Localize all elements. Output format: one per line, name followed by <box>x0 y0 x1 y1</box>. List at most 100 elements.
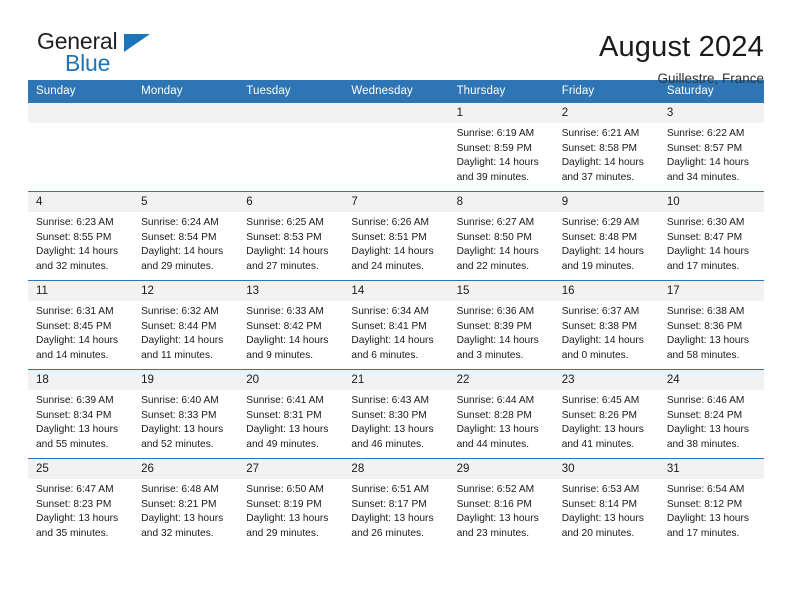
day-number: 21 <box>343 370 449 390</box>
calendar-day-cell[interactable]: 30 Sunrise: 6:53 AM Sunset: 8:14 PM Dayligh… <box>553 458 659 548</box>
calendar-day-cell[interactable]: 26 Sunrise: 6:48 AM Sunset: 8:21 PM Dayligh… <box>133 458 239 548</box>
daylight-duration-line1: Daylight: 14 hours <box>351 246 434 258</box>
calendar-day-cell[interactable]: 9 Sunrise: 6:29 AM Sunset: 8:48 PM Daylight… <box>553 191 659 281</box>
calendar-day-cell[interactable]: 5 Sunrise: 6:24 AM Sunset: 8:54 PM Daylight… <box>133 191 239 281</box>
calendar-day-cell[interactable]: 28 Sunrise: 6:51 AM Sunset: 8:17 PM Dayligh… <box>343 458 449 548</box>
sunset-time: Sunset: 8:21 PM <box>141 498 217 510</box>
daylight-duration-line1: Daylight: 14 hours <box>246 335 329 347</box>
calendar-day-cell[interactable]: 16 Sunrise: 6:37 AM Sunset: 8:38 PM Dayligh… <box>553 280 659 370</box>
sunrise-time: Sunrise: 6:54 AM <box>666 484 745 495</box>
calendar-day-cell[interactable]: 20 Sunrise: 6:41 AM Sunset: 8:31 PM Dayligh… <box>238 369 344 459</box>
sunrise-time: Sunrise: 6:36 AM <box>456 306 535 317</box>
calendar-day-cell[interactable]: 13 Sunrise: 6:33 AM Sunset: 8:42 PM Dayligh… <box>238 280 344 370</box>
daylight-duration-line1: Daylight: 14 hours <box>561 157 644 169</box>
day-number: 2 <box>553 103 659 123</box>
daylight-duration-line2: and 32 minutes. <box>141 527 214 539</box>
daylight-duration-line2: and 17 minutes. <box>666 260 740 272</box>
calendar-day-cell[interactable]: 3 Sunrise: 6:22 AM Sunset: 8:57 PM Daylight… <box>658 102 764 192</box>
daylight-duration-line1: Daylight: 13 hours <box>246 513 329 525</box>
calendar-day-cell[interactable]: 19 Sunrise: 6:40 AM Sunset: 8:33 PM Dayligh… <box>133 369 239 459</box>
daylight-duration-line1: Daylight: 14 hours <box>561 246 644 258</box>
daylight-duration-line2: and 32 minutes. <box>36 260 109 272</box>
calendar-week-row: 18 Sunrise: 6:39 AM Sunset: 8:34 PM Dayligh… <box>28 369 764 459</box>
calendar-day-cell[interactable]: 25 Sunrise: 6:47 AM Sunset: 8:23 PM Dayligh… <box>28 458 134 548</box>
calendar-day-cell[interactable]: 11 Sunrise: 6:31 AM Sunset: 8:45 PM Dayligh… <box>28 280 134 370</box>
calendar-day-cell[interactable]: 21 Sunrise: 6:43 AM Sunset: 8:30 PM Dayligh… <box>343 369 449 459</box>
calendar-day-cell[interactable]: 12 Sunrise: 6:32 AM Sunset: 8:44 PM Dayligh… <box>133 280 239 370</box>
daylight-duration-line1: Daylight: 13 hours <box>246 424 329 436</box>
sunrise-time: Sunrise: 6:24 AM <box>141 217 219 228</box>
sunset-time: Sunset: 8:28 PM <box>456 409 532 421</box>
calendar-cell-empty <box>133 102 239 192</box>
day-number: 17 <box>658 281 764 301</box>
daylight-duration-line2: and 46 minutes. <box>351 438 424 450</box>
sunset-time: Sunset: 8:54 PM <box>141 231 217 243</box>
daylight-duration-line2: and 9 minutes. <box>246 349 314 361</box>
daylight-duration-line2: and 37 minutes. <box>561 171 635 183</box>
sunset-time: Sunset: 8:53 PM <box>246 231 322 243</box>
calendar-day-cell[interactable]: 18 Sunrise: 6:39 AM Sunset: 8:34 PM Dayligh… <box>28 369 134 459</box>
day-number: 1 <box>448 103 554 123</box>
calendar-day-cell[interactable]: 2 Sunrise: 6:21 AM Sunset: 8:58 PM Daylight… <box>553 102 659 192</box>
daylight-duration-line2: and 20 minutes. <box>561 527 635 539</box>
sunrise-time: Sunrise: 6:19 AM <box>456 128 535 139</box>
sunset-time: Sunset: 8:42 PM <box>246 320 322 332</box>
day-number: 8 <box>448 192 554 212</box>
sunrise-time: Sunrise: 6:45 AM <box>561 395 640 406</box>
calendar-day-cell[interactable]: 15 Sunrise: 6:36 AM Sunset: 8:39 PM Dayligh… <box>448 280 554 370</box>
calendar-day-cell[interactable]: 24 Sunrise: 6:46 AM Sunset: 8:24 PM Dayligh… <box>658 369 764 459</box>
day-number: 14 <box>343 281 449 301</box>
calendar-day-cell[interactable]: 29 Sunrise: 6:52 AM Sunset: 8:16 PM Dayligh… <box>448 458 554 548</box>
sunset-time: Sunset: 8:47 PM <box>666 231 743 243</box>
sunrise-time: Sunrise: 6:25 AM <box>246 217 324 228</box>
calendar-day-cell[interactable]: 7 Sunrise: 6:26 AM Sunset: 8:51 PM Daylight… <box>343 191 449 281</box>
calendar-day-cell[interactable]: 17 Sunrise: 6:38 AM Sunset: 8:36 PM Dayligh… <box>658 280 764 370</box>
daylight-duration-line2: and 38 minutes. <box>666 438 740 450</box>
sunset-time: Sunset: 8:51 PM <box>351 231 427 243</box>
calendar-day-cell[interactable]: 23 Sunrise: 6:45 AM Sunset: 8:26 PM Dayligh… <box>553 369 659 459</box>
day-details: Sunrise: 6:48 AM Sunset: 8:21 PM Daylight:… <box>133 479 238 541</box>
daylight-duration-line2: and 24 minutes. <box>351 260 424 272</box>
sunset-time: Sunset: 8:34 PM <box>36 409 112 421</box>
daylight-duration-line2: and 19 minutes. <box>561 260 635 272</box>
calendar-day-cell[interactable]: 8 Sunrise: 6:27 AM Sunset: 8:50 PM Daylight… <box>448 191 554 281</box>
day-number: 27 <box>238 459 344 479</box>
daylight-duration-line1: Daylight: 13 hours <box>36 424 119 436</box>
day-number: 5 <box>133 192 239 212</box>
sunset-time: Sunset: 8:19 PM <box>246 498 322 510</box>
day-number: 20 <box>238 370 344 390</box>
calendar-day-cell[interactable]: 14 Sunrise: 6:34 AM Sunset: 8:41 PM Dayligh… <box>343 280 449 370</box>
sunrise-time: Sunrise: 6:27 AM <box>456 217 535 228</box>
day-details: Sunrise: 6:30 AM Sunset: 8:47 PM Daylight:… <box>659 212 764 274</box>
sunset-time: Sunset: 8:26 PM <box>561 409 638 421</box>
calendar-day-cell[interactable]: 6 Sunrise: 6:25 AM Sunset: 8:53 PM Daylight… <box>238 191 344 281</box>
page-title: August 2024 <box>598 31 764 63</box>
daylight-duration-line1: Daylight: 13 hours <box>141 513 224 525</box>
calendar-week-row: 4 Sunrise: 6:23 AM Sunset: 8:55 PM Daylight… <box>28 191 764 281</box>
logo[interactable]: General Blue <box>28 28 158 80</box>
day-number: 3 <box>658 103 764 123</box>
calendar-day-cell[interactable]: 10 Sunrise: 6:30 AM Sunset: 8:47 PM Dayligh… <box>658 191 764 281</box>
day-number <box>343 103 449 123</box>
day-number: 24 <box>658 370 764 390</box>
daylight-duration-line2: and 6 minutes. <box>351 349 419 361</box>
day-details: Sunrise: 6:24 AM Sunset: 8:54 PM Daylight:… <box>133 212 238 274</box>
daylight-duration-line2: and 41 minutes. <box>561 438 635 450</box>
daylight-duration-line1: Daylight: 14 hours <box>36 335 119 347</box>
daylight-duration-line1: Daylight: 13 hours <box>141 424 224 436</box>
day-number: 4 <box>28 192 134 212</box>
day-details: Sunrise: 6:47 AM Sunset: 8:23 PM Daylight:… <box>28 479 133 541</box>
sunrise-time: Sunrise: 6:53 AM <box>561 484 640 495</box>
sunrise-time: Sunrise: 6:29 AM <box>561 217 640 228</box>
sunset-time: Sunset: 8:55 PM <box>36 231 112 243</box>
calendar-day-cell[interactable]: 22 Sunrise: 6:44 AM Sunset: 8:28 PM Dayligh… <box>448 369 554 459</box>
sunset-time: Sunset: 8:36 PM <box>666 320 743 332</box>
day-details: Sunrise: 6:37 AM Sunset: 8:38 PM Daylight:… <box>554 301 659 363</box>
calendar-day-cell[interactable]: 27 Sunrise: 6:50 AM Sunset: 8:19 PM Dayligh… <box>238 458 344 548</box>
calendar-day-cell[interactable]: 31 Sunrise: 6:54 AM Sunset: 8:12 PM Dayligh… <box>658 458 764 548</box>
day-details: Sunrise: 6:44 AM Sunset: 8:28 PM Daylight:… <box>449 390 554 452</box>
daylight-duration-line1: Daylight: 14 hours <box>666 246 749 258</box>
daylight-duration-line1: Daylight: 14 hours <box>141 335 224 347</box>
calendar-day-cell[interactable]: 4 Sunrise: 6:23 AM Sunset: 8:55 PM Daylight… <box>28 191 134 281</box>
calendar-day-cell[interactable]: 1 Sunrise: 6:19 AM Sunset: 8:59 PM Daylight… <box>448 102 554 192</box>
